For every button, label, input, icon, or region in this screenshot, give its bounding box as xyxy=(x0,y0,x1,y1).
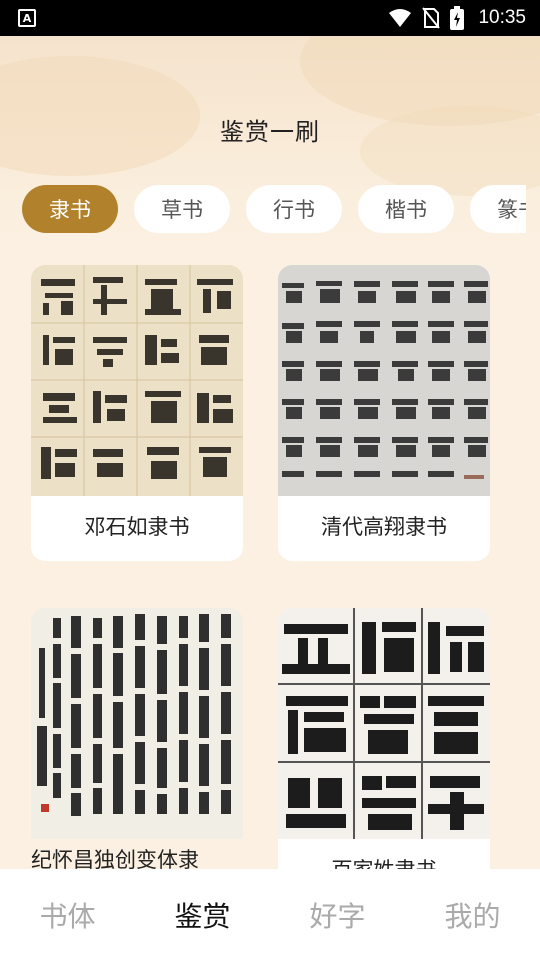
artwork-image xyxy=(278,608,490,839)
artwork-title: 邓石如隶书 xyxy=(84,515,190,539)
artwork-title: 纪怀昌独创变体隶 xyxy=(31,848,199,870)
artwork-title: 清代高翔隶书 xyxy=(321,515,447,539)
nav-item-wode[interactable]: 我的 xyxy=(405,895,540,935)
artwork-image xyxy=(278,265,490,496)
nav-item-haozi[interactable]: 好字 xyxy=(270,895,405,935)
artwork-card[interactable]: 纪怀昌独创变体隶 xyxy=(31,608,243,870)
nav-item-shuti[interactable]: 书体 xyxy=(0,895,135,935)
artwork-image xyxy=(31,608,243,839)
bottom-navigation: 书体 鉴赏 好字 我的 xyxy=(0,869,540,960)
artwork-grid: 邓石如隶书 清代高翔隶书 纪怀昌独创变体隶 百家姓隶书 xyxy=(0,0,540,960)
artwork-card[interactable]: 清代高翔隶书 xyxy=(278,265,490,561)
nav-item-jianshang[interactable]: 鉴赏 xyxy=(135,895,270,935)
artwork-title: 百家姓隶书 xyxy=(331,858,437,870)
artwork-card[interactable]: 邓石如隶书 xyxy=(31,265,243,561)
artwork-card[interactable]: 百家姓隶书 xyxy=(278,608,490,870)
artwork-image xyxy=(31,265,243,496)
